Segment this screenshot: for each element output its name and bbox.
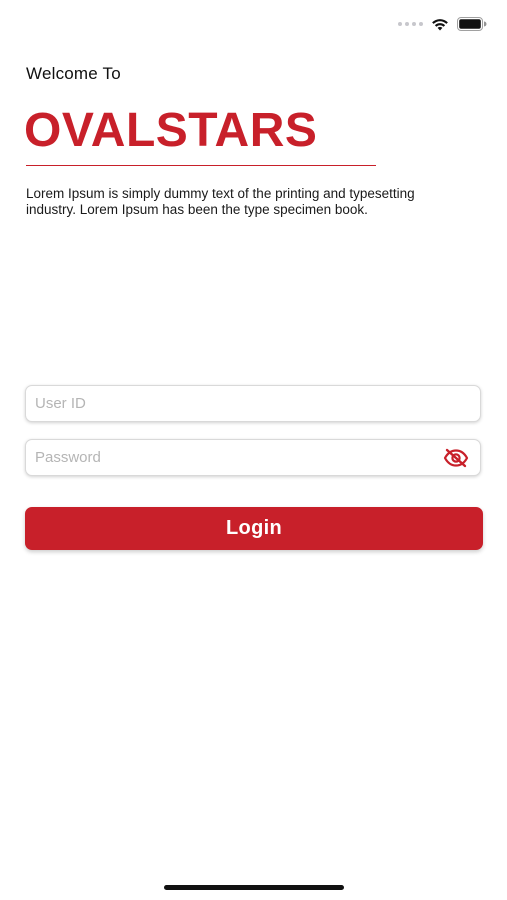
password-field-container (25, 439, 481, 476)
signal-dots-icon (398, 22, 423, 26)
brand-title: OVALSTARS (24, 104, 318, 157)
user-id-input[interactable] (26, 386, 480, 421)
home-indicator[interactable] (164, 885, 344, 890)
battery-icon (457, 17, 487, 31)
welcome-heading: Welcome To (26, 64, 121, 83)
user-id-field-container (25, 385, 481, 422)
login-button[interactable]: Login (25, 507, 483, 550)
welcome-description: Lorem Ipsum is simply dummy text of the … (26, 186, 415, 217)
eye-off-icon[interactable] (443, 448, 469, 468)
brand-divider (26, 165, 376, 166)
status-bar (398, 12, 487, 36)
password-input[interactable] (26, 440, 480, 475)
wifi-icon (431, 18, 449, 31)
